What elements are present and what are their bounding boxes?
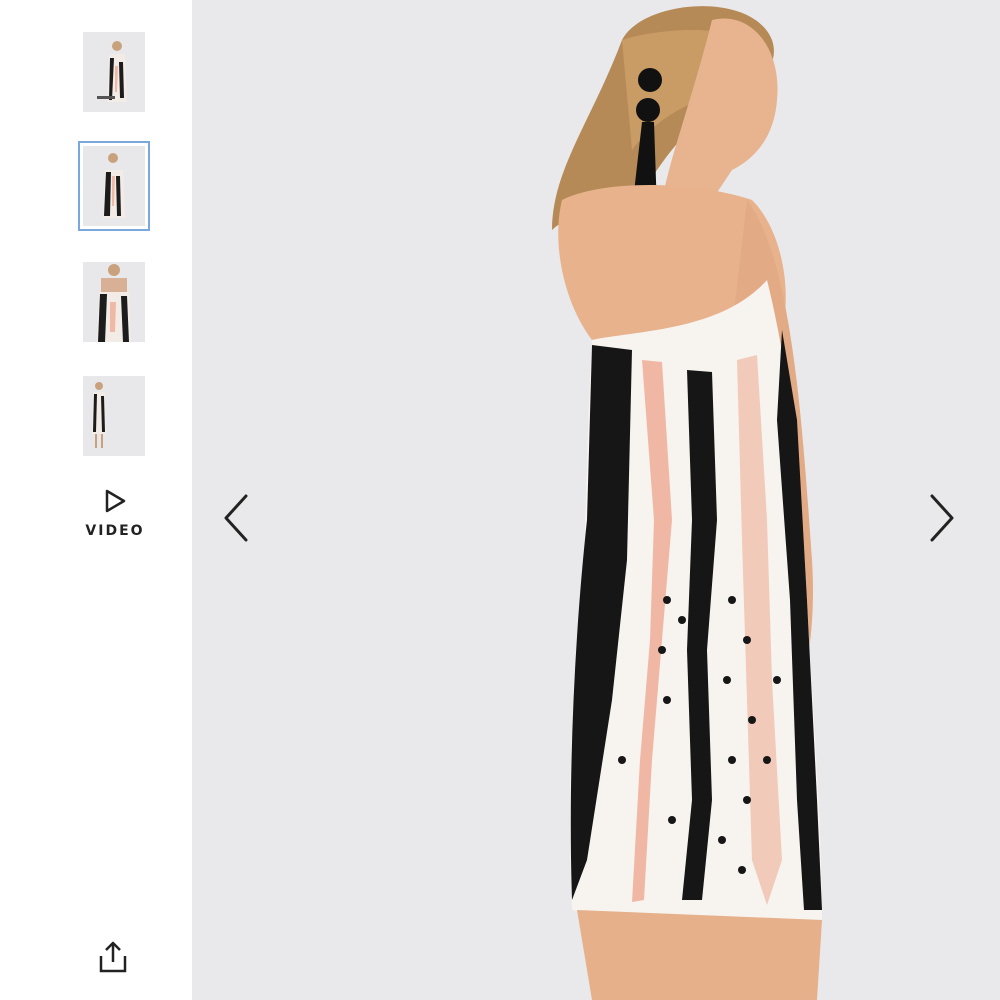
thumb-front-view[interactable] bbox=[83, 32, 145, 112]
thumb-back-view[interactable] bbox=[78, 141, 150, 231]
share-button[interactable] bbox=[97, 940, 129, 974]
thumb-full-view[interactable] bbox=[83, 376, 145, 456]
video-label: VIDEO bbox=[85, 523, 145, 539]
main-product-image bbox=[192, 0, 1000, 1000]
share-icon bbox=[97, 941, 129, 978]
thumb-detail-view[interactable] bbox=[83, 262, 145, 342]
video-button[interactable]: VIDEO bbox=[80, 488, 150, 558]
thumbnail-sidebar: VIDEO bbox=[0, 0, 192, 1000]
chevron-right-icon bbox=[922, 494, 962, 550]
play-icon bbox=[102, 489, 128, 518]
chevron-left-icon bbox=[216, 494, 256, 550]
product-photo bbox=[192, 0, 1000, 1000]
next-image-button[interactable] bbox=[922, 490, 962, 546]
previous-image-button[interactable] bbox=[216, 490, 256, 546]
